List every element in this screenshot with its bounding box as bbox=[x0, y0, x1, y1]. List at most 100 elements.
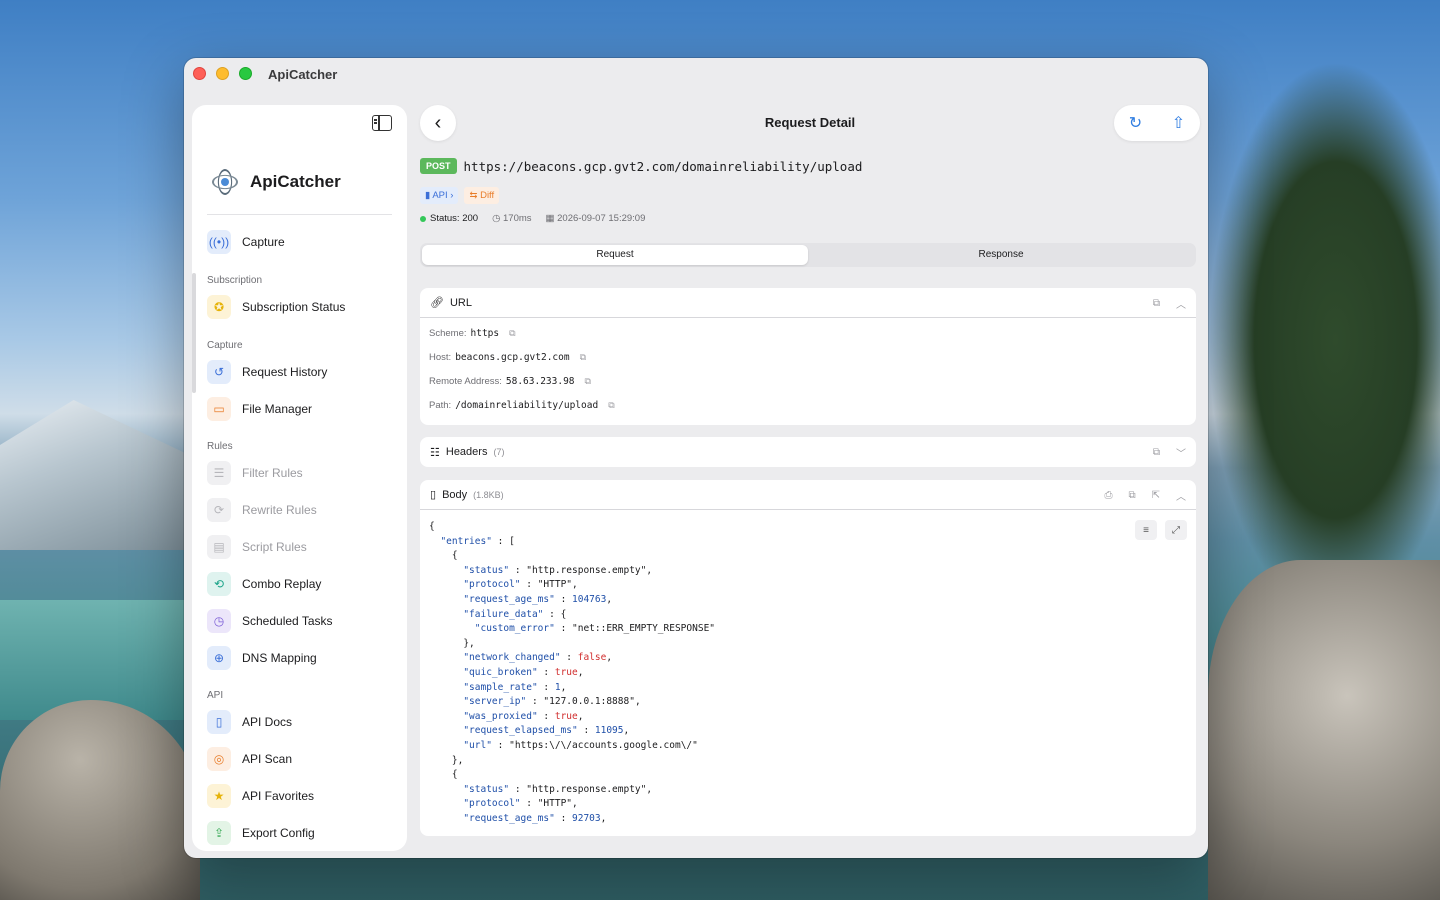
share-button[interactable]: ⇧ bbox=[1165, 109, 1193, 137]
tag-row: ▮ API › ⇆ Diff bbox=[420, 187, 500, 204]
sidebar-item-capture[interactable]: ((•)) Capture bbox=[207, 229, 285, 255]
code-line: "quic_broken" : true, bbox=[463, 666, 584, 678]
copy-icon[interactable]: ⧉ bbox=[1153, 447, 1160, 458]
chevron-down-icon[interactable]: ﹀ bbox=[1176, 445, 1186, 460]
url-section-header[interactable]: 🔗︎ URL ⧉ ︿ bbox=[420, 288, 1196, 318]
sidebar-item-api-docs[interactable]: ▯ API Docs bbox=[207, 709, 292, 735]
body-section: ▯ Body (1.8KB) ⎙ ⧉ ⇱ ︿ ≡ ⤢ { "entries" :… bbox=[420, 480, 1196, 836]
window-title: ApiCatcher bbox=[268, 67, 338, 82]
chevron-up-icon[interactable]: ︿ bbox=[1176, 296, 1186, 311]
list-icon: ☷ bbox=[430, 446, 440, 459]
url-section: 🔗︎ URL ⧉ ︿ Scheme: https ⧉ Host: beacons… bbox=[420, 288, 1196, 425]
tab-request[interactable]: Request bbox=[422, 245, 808, 265]
json-body-viewer[interactable]: { "entries" : [ { "status" : "http.respo… bbox=[429, 520, 715, 826]
clock-icon: ◷ bbox=[207, 609, 231, 633]
code-line: "server_ip" : "127.0.0.1:8888", bbox=[463, 696, 641, 708]
expand-button[interactable]: ⤢ bbox=[1165, 520, 1187, 540]
sidebar-toggle-icon[interactable] bbox=[372, 115, 392, 131]
close-window-button[interactable] bbox=[193, 67, 206, 80]
document-icon: ▯ bbox=[430, 489, 437, 501]
diff-tag[interactable]: ⇆ Diff bbox=[464, 187, 500, 204]
globe-icon: ⊕ bbox=[207, 646, 231, 670]
sidebar-item-label: Rewrite Rules bbox=[242, 503, 317, 517]
sidebar-item-label: Export Config bbox=[242, 826, 315, 840]
headers-section: ☷ Headers (7) ⧉ ﹀ bbox=[420, 437, 1196, 467]
code-line: { bbox=[429, 550, 458, 562]
remote-label: Remote Address: bbox=[429, 376, 502, 387]
code-line: "protocol" : "HTTP", bbox=[463, 579, 578, 591]
sidebar-item-label: API Scan bbox=[242, 752, 293, 766]
request-url[interactable]: https://beacons.gcp.gvt2.com/domainrelia… bbox=[464, 159, 863, 174]
headers-section-header[interactable]: ☷ Headers (7) ⧉ ﹀ bbox=[420, 437, 1196, 467]
copy-icon[interactable]: ⧉ bbox=[608, 400, 614, 411]
copy-icon[interactable]: ⧉ bbox=[1128, 490, 1135, 501]
duration-value: 170ms bbox=[503, 213, 532, 224]
copy-icon[interactable]: ⧉ bbox=[585, 376, 591, 387]
sidebar-item-script-rules[interactable]: ▤ Script Rules bbox=[207, 534, 307, 560]
path-row: Path: /domainreliability/upload ⧉ bbox=[429, 400, 615, 411]
minimize-window-button[interactable] bbox=[216, 67, 229, 80]
copy-icon[interactable]: ⧉ bbox=[580, 352, 586, 363]
sidebar-item-filter-rules[interactable]: ☰ Filter Rules bbox=[207, 460, 303, 486]
sidebar-item-label: API Docs bbox=[242, 715, 293, 729]
sidebar-item-api-scan[interactable]: ◎ API Scan bbox=[207, 746, 292, 772]
section-title: Headers bbox=[445, 446, 488, 458]
open-external-icon[interactable]: ⇱ bbox=[1152, 490, 1160, 501]
path-label: Path: bbox=[429, 400, 452, 411]
sidebar-item-subscription-status[interactable]: ✪ Subscription Status bbox=[207, 294, 345, 320]
refresh-button[interactable]: ↻ bbox=[1122, 109, 1150, 137]
section-title: Body bbox=[442, 488, 468, 501]
status-badge: Status: 200 bbox=[420, 213, 478, 224]
scheme-label: Scheme: bbox=[429, 328, 467, 339]
code-line: "entries" : [ bbox=[440, 535, 515, 547]
chevron-left-icon: ‹ bbox=[434, 111, 442, 134]
desktop-rocks bbox=[1208, 560, 1440, 900]
sidebar-item-label: API Favorites bbox=[242, 789, 315, 803]
sidebar-item-request-history[interactable]: ↺ Request History bbox=[207, 359, 327, 385]
script-icon: ▤ bbox=[207, 535, 231, 559]
code-line: "status" : "http.response.empty", bbox=[463, 564, 653, 576]
code-line: { bbox=[429, 521, 435, 532]
copy-icon[interactable]: ⧉ bbox=[509, 328, 515, 339]
section-capture: Capture bbox=[207, 340, 243, 351]
code-line: "sample_rate" : 1, bbox=[463, 681, 567, 693]
diff-tag-label: Diff bbox=[480, 190, 495, 201]
antenna-icon: ((•)) bbox=[207, 230, 231, 254]
zoom-window-button[interactable] bbox=[239, 67, 252, 80]
status-dot-icon bbox=[420, 215, 426, 222]
wrap-lines-button[interactable]: ≡ bbox=[1135, 520, 1157, 540]
headers-count: (7) bbox=[493, 447, 505, 457]
host-label: Host: bbox=[429, 352, 452, 363]
sidebar-item-combo-replay[interactable]: ⟲ Combo Replay bbox=[207, 571, 321, 597]
calendar-icon: ▦ bbox=[545, 213, 555, 224]
save-icon[interactable]: ⎙ bbox=[1104, 490, 1112, 501]
rewrite-icon: ⟳ bbox=[207, 498, 231, 522]
sidebar-item-file-manager[interactable]: ▭ File Manager bbox=[207, 396, 312, 422]
back-button[interactable]: ‹ bbox=[420, 105, 456, 141]
wrap-icon: ≡ bbox=[1143, 524, 1149, 536]
sidebar-item-scheduled-tasks[interactable]: ◷ Scheduled Tasks bbox=[207, 608, 333, 634]
section-api: API bbox=[207, 690, 224, 701]
tab-response[interactable]: Response bbox=[808, 245, 1194, 265]
sidebar-item-api-favorites[interactable]: ★ API Favorites bbox=[207, 783, 314, 809]
sidebar-item-dns-mapping[interactable]: ⊕ DNS Mapping bbox=[207, 645, 317, 671]
history-icon: ↺ bbox=[207, 360, 231, 384]
sidebar-item-export-config[interactable]: ⇪ Export Config bbox=[207, 820, 315, 846]
export-icon: ⇪ bbox=[207, 821, 231, 845]
api-tag[interactable]: ▮ API › bbox=[420, 187, 459, 204]
section-subscription: Subscription bbox=[207, 275, 263, 286]
remote-address-row: Remote Address: 58.63.233.98 ⧉ bbox=[429, 376, 591, 387]
body-section-header[interactable]: ▯ Body (1.8KB) ⎙ ⧉ ⇱ ︿ bbox=[420, 480, 1196, 510]
request-line: POST https://beacons.gcp.gvt2.com/domain… bbox=[420, 158, 862, 174]
sidebar-scrollbar[interactable] bbox=[192, 273, 196, 393]
copy-icon[interactable]: ⧉ bbox=[1153, 298, 1160, 309]
code-line: "network_changed" : false, bbox=[463, 652, 613, 664]
sidebar-item-label: Request History bbox=[242, 365, 328, 379]
star-icon: ★ bbox=[207, 784, 231, 808]
code-line: "request_age_ms" : 104763, bbox=[463, 593, 613, 605]
sidebar-item-rewrite-rules[interactable]: ⟳ Rewrite Rules bbox=[207, 497, 317, 523]
page-title: Request Detail bbox=[764, 115, 856, 130]
chevron-up-icon[interactable]: ︿ bbox=[1176, 488, 1186, 503]
section-title: URL bbox=[449, 296, 472, 309]
sidebar-item-label: Subscription Status bbox=[242, 300, 346, 314]
